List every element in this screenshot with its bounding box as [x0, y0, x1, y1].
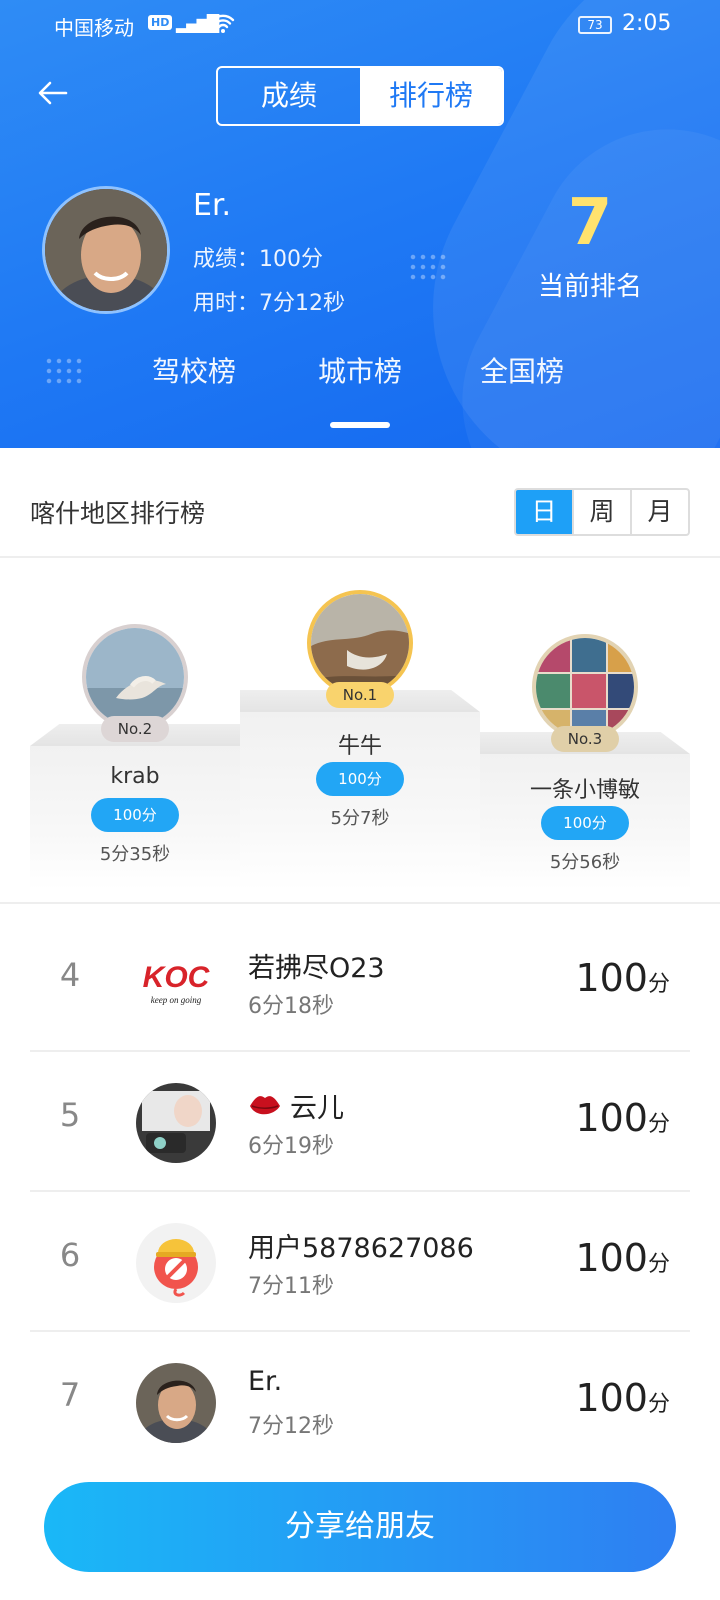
- podium-score: 100分: [91, 798, 179, 832]
- divider: [0, 556, 720, 558]
- divider: [0, 902, 720, 904]
- podium-name: 一条小博敏: [529, 778, 640, 803]
- mascot-avatar: [136, 1223, 216, 1303]
- podium-time: 5分7秒: [330, 808, 390, 829]
- list-score: 100分: [575, 1376, 670, 1420]
- dot-pattern: [408, 252, 448, 284]
- status-bar: 中国移动 HD ▂▄▆█ 73 2:05: [0, 0, 720, 50]
- back-arrow-icon[interactable]: [36, 76, 76, 116]
- list-time: 7分11秒: [248, 1274, 334, 1299]
- list-name: 用户5878627086: [248, 1233, 474, 1264]
- podium-name: 牛牛: [337, 734, 382, 759]
- podium-rank-badge: No.1: [326, 682, 394, 708]
- user-score: 成绩：100分: [193, 247, 323, 272]
- list-time: 6分18秒: [248, 994, 334, 1019]
- active-tab-indicator: [330, 422, 390, 428]
- svg-text:KOC: KOC: [143, 961, 211, 994]
- podium-name: krab: [110, 764, 160, 789]
- period-selector: 日 周 月: [514, 488, 690, 536]
- list-score: 100分: [575, 956, 670, 1000]
- list-rank: 7: [59, 1376, 81, 1414]
- koc-logo-avatar: KOC keep on going: [136, 943, 216, 1023]
- podium-second[interactable]: No.2 krab 100分 5分35秒: [30, 600, 240, 890]
- podium-score: 100分: [316, 762, 404, 796]
- list-time: 7分12秒: [248, 1414, 334, 1439]
- podium-first[interactable]: No.1 牛牛 100分 5分7秒: [240, 586, 480, 890]
- list-item[interactable]: 4 KOC keep on going 若拂尽O23 6分18秒 100分: [30, 912, 690, 1052]
- user-name: Er.: [193, 188, 232, 223]
- board-tabs: 驾校榜 城市榜 全国榜: [0, 350, 720, 400]
- list-rank: 6: [59, 1236, 81, 1274]
- list-item[interactable]: 6 用户5878627086 7分11秒 100分: [30, 1192, 690, 1332]
- podium-avatar: [532, 634, 638, 740]
- podium-score: 100分: [541, 806, 629, 840]
- current-rank-label: 当前排名: [537, 272, 642, 302]
- podium-time: 5分56秒: [549, 852, 621, 873]
- podium-avatar: [307, 590, 413, 696]
- list-name-with-icon: 云儿: [248, 1086, 344, 1128]
- podium-rank-badge: No.3: [551, 726, 619, 752]
- clock: 2:05: [622, 11, 672, 36]
- list-name: 若拂尽O23: [248, 953, 385, 984]
- region-title: 喀什地区排行榜: [30, 499, 206, 528]
- battery-icon: 73: [578, 16, 612, 34]
- tab-national-board[interactable]: 全国榜: [452, 350, 592, 390]
- user-photo-avatar: [136, 1083, 216, 1163]
- podium-third[interactable]: No.3 一条小博敏 100分 5分56秒: [480, 628, 690, 890]
- tab-school-board[interactable]: 驾校榜: [124, 350, 264, 390]
- list-rank: 5: [59, 1096, 81, 1134]
- segment-leaderboard[interactable]: 排行榜: [360, 68, 502, 124]
- period-month[interactable]: 月: [630, 490, 688, 534]
- podium-avatar: [82, 624, 188, 730]
- list-rank: 4: [59, 956, 81, 994]
- list-score: 100分: [575, 1236, 670, 1280]
- view-segmented-control: 成绩 排行榜: [216, 66, 504, 126]
- list-time: 6分19秒: [248, 1134, 334, 1159]
- header: 中国移动 HD ▂▄▆█ 73 2:05 成绩 排行榜 Er. 成绩：100分 …: [0, 0, 720, 448]
- podium-time: 5分35秒: [99, 844, 171, 865]
- carrier-label: 中国移动: [54, 16, 134, 40]
- current-rank-value: 7: [567, 186, 613, 260]
- tab-city-board[interactable]: 城市榜: [290, 350, 430, 390]
- list-item[interactable]: 5 云儿 6分19秒 100分: [30, 1052, 690, 1192]
- list-name: Er.: [248, 1366, 283, 1397]
- period-week[interactable]: 周: [572, 490, 630, 534]
- list-name: 云儿: [290, 1093, 344, 1124]
- user-time: 用时：7分12秒: [193, 291, 345, 316]
- list-item[interactable]: 7 Er. 7分12秒 100分: [30, 1332, 690, 1472]
- period-day[interactable]: 日: [516, 490, 572, 534]
- share-button[interactable]: 分享给朋友: [44, 1482, 676, 1572]
- podium-rank-badge: No.2: [101, 716, 169, 742]
- lips-icon: [248, 1091, 282, 1128]
- segment-score[interactable]: 成绩: [218, 68, 360, 124]
- list-score: 100分: [575, 1096, 670, 1140]
- hd-badge: HD: [148, 15, 173, 30]
- wifi-icon: [210, 10, 236, 42]
- user-avatar: [42, 186, 170, 314]
- svg-text:keep on going: keep on going: [151, 995, 202, 1005]
- user-photo-avatar: [136, 1363, 216, 1443]
